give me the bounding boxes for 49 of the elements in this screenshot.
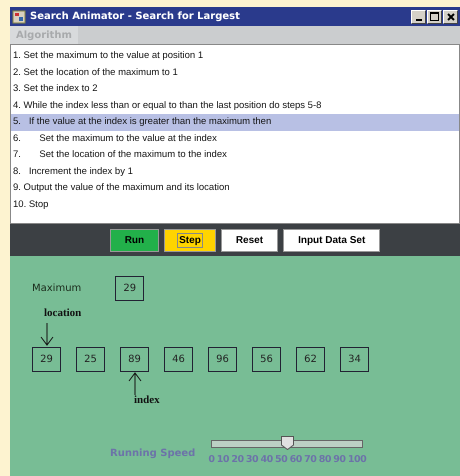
array-value: 29 (32, 347, 61, 372)
tick-label: 100 (348, 454, 366, 465)
tick-label: 20 (231, 454, 244, 465)
algorithm-step[interactable]: 2. Set the location of the maximum to 1 (11, 64, 459, 81)
maximum-label: Maximum (32, 283, 82, 294)
down-arrow-icon (39, 322, 55, 346)
tick-label: 70 (304, 454, 316, 465)
index-pointer-label: index (134, 394, 160, 406)
action-button[interactable]: Input Data Set (283, 228, 380, 252)
algorithm-step[interactable]: 3. Set the index to 2 (11, 81, 459, 98)
tick-label: 30 (246, 454, 258, 465)
close-button[interactable] (443, 10, 458, 24)
array-value: 56 (252, 347, 281, 372)
array-value: 46 (164, 347, 193, 372)
up-arrow-icon (127, 372, 143, 396)
array-value: 34 (340, 347, 369, 372)
tick-label: 50 (275, 454, 288, 465)
array-value: 96 (208, 347, 237, 372)
array-value: 25 (76, 347, 105, 372)
action-button[interactable]: Run (110, 228, 160, 252)
action-button[interactable]: Step (164, 228, 216, 252)
algorithm-step[interactable]: 8. Increment the index by 1 (11, 164, 459, 180)
minimize-icon (416, 18, 422, 20)
running-speed-label: Running Speed (110, 448, 196, 461)
tick-label: 0 (208, 454, 214, 465)
maximize-button[interactable] (427, 10, 442, 24)
tick-label: 60 (290, 454, 302, 465)
action-button[interactable]: Reset (220, 228, 278, 252)
tick-label: 10 (216, 454, 230, 465)
algorithm-step[interactable]: 4. While the index less than or equal to than the last position do steps 5-8 (11, 98, 459, 114)
tick-label: 40 (260, 454, 273, 465)
minimize-button[interactable] (411, 10, 426, 24)
tick-label: 80 (318, 454, 331, 465)
array-value: 62 (296, 347, 325, 372)
close-icon (446, 12, 454, 20)
window-title: Search Animator - Search for Largest (30, 11, 241, 22)
slider-thumb[interactable] (281, 436, 294, 450)
algorithm-step[interactable]: 10. Stop (11, 196, 459, 213)
tick-label: 90 (333, 454, 346, 465)
maximum-value: 29 (115, 276, 144, 301)
array-value: 89 (120, 347, 149, 372)
algorithm-step[interactable]: 6. Set the maximum to the value at the index (11, 130, 459, 147)
algorithm-step[interactable]: 9. Output the value of the maximum and its location (11, 180, 459, 196)
algorithm-step[interactable]: 5. If the value at the index is greater than the maximum then (11, 114, 459, 130)
location-pointer-label: location (44, 307, 82, 319)
app-icon (12, 10, 26, 24)
algorithm-step[interactable]: 7. Set the location of the maximum to the index (11, 147, 459, 164)
algorithm-step[interactable]: 1. Set the maximum to the value at position 1 (11, 48, 459, 64)
maximize-icon (430, 12, 439, 21)
